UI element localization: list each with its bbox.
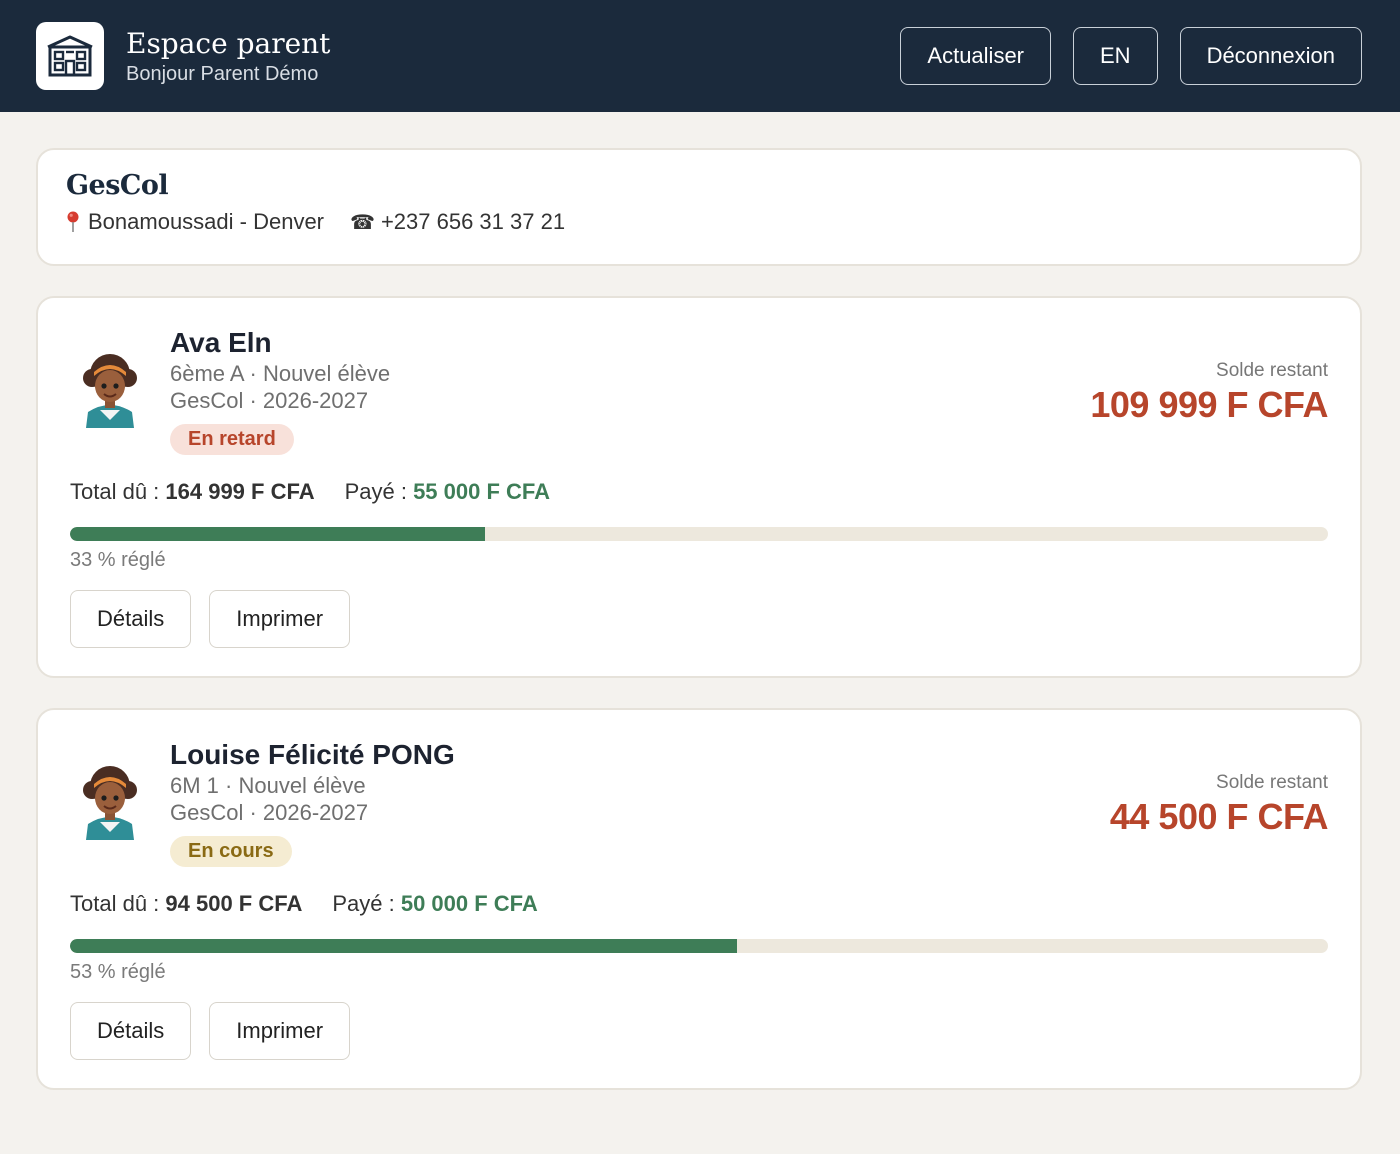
student-card: Ava Eln 6ème A · Nouvel élève GesCol · 2… xyxy=(36,296,1362,678)
school-info: Bonamoussadi - Denver ☎ +237 656 31 37 2… xyxy=(66,209,1332,235)
print-button[interactable]: Imprimer xyxy=(209,1002,351,1060)
paid-label: Payé : xyxy=(344,479,414,504)
details-button[interactable]: Détails xyxy=(70,590,192,648)
payment-progress-bar xyxy=(70,939,1328,953)
student-year: GesCol · 2026-2027 xyxy=(170,800,369,825)
balance-value: 44 500 F CFA xyxy=(1109,796,1329,837)
progress-fill xyxy=(70,527,486,541)
student-year: GesCol · 2026-2027 xyxy=(170,388,369,413)
school-address: Bonamoussadi - Denver xyxy=(88,209,325,234)
progress-fill xyxy=(70,939,737,953)
student-name: Louise Félicité PONG xyxy=(170,739,455,770)
school-phone: ☎ +237 656 31 37 21 xyxy=(350,209,565,235)
map-pin-icon xyxy=(66,211,80,233)
balance-label: Solde restant xyxy=(1216,772,1328,793)
main-content: GesCol Bonamoussadi - Denver ☎ +237 656 … xyxy=(0,112,1400,1090)
phone-number: +237 656 31 37 21 xyxy=(380,209,566,234)
total-due-label: Total dû : xyxy=(70,479,166,504)
student-class: 6ème A · Nouvel élève xyxy=(170,361,391,386)
page-title: Espace parent xyxy=(126,26,331,60)
progress-text: 53 % réglé xyxy=(70,961,166,983)
student-name: Ava Eln xyxy=(170,327,272,358)
top-bar: Espace parent Bonjour Parent Démo Actual… xyxy=(0,0,1400,112)
total-due: Total dû : 94 500 F CFA xyxy=(70,891,302,917)
paid-value: 50 000 F CFA xyxy=(400,891,538,916)
student-avatar xyxy=(83,766,137,840)
paid: Payé : 50 000 F CFA xyxy=(332,891,537,917)
language-button[interactable]: EN xyxy=(1073,27,1158,85)
student-actions: Détails Imprimer xyxy=(70,590,1328,648)
telephone-icon: ☎ xyxy=(350,211,375,234)
status-badge: En retard xyxy=(170,424,294,455)
paid: Payé : 55 000 F CFA xyxy=(345,479,550,505)
progress-text: 33 % réglé xyxy=(70,549,166,571)
greeting: Bonjour Parent Démo xyxy=(126,62,319,85)
header-actions: Actualiser EN Déconnexion xyxy=(900,27,1362,85)
total-due: Total dû : 164 999 F CFA xyxy=(70,479,315,505)
balance-label: Solde restant xyxy=(1216,360,1328,381)
print-button[interactable]: Imprimer xyxy=(209,590,351,648)
balance-value: 109 999 F CFA xyxy=(1090,384,1328,425)
school-card: GesCol Bonamoussadi - Denver ☎ +237 656 … xyxy=(36,148,1362,266)
brand: Espace parent Bonjour Parent Démo xyxy=(126,27,330,86)
paid-value: 55 000 F CFA xyxy=(413,479,551,504)
student-card: Louise Félicité PONG 6M 1 · Nouvel élève… xyxy=(36,708,1362,1090)
student-info: Louise Félicité PONG 6M 1 · Nouvel élève… xyxy=(170,738,455,867)
total-due-label: Total dû : xyxy=(70,891,166,916)
totals: Total dû : 164 999 F CFA Payé : 55 000 F… xyxy=(70,479,1328,505)
student-info: Ava Eln 6ème A · Nouvel élève GesCol · 2… xyxy=(170,326,390,455)
paid-label: Payé : xyxy=(332,891,401,916)
total-due-value: 164 999 F CFA xyxy=(165,479,315,504)
balance: Solde restant 109 999 F CFA xyxy=(1090,360,1328,426)
student-class: 6M 1 · Nouvel élève xyxy=(170,773,366,798)
logout-button[interactable]: Déconnexion xyxy=(1179,27,1362,85)
balance: Solde restant 44 500 F CFA xyxy=(1109,772,1329,838)
payment-progress-bar xyxy=(70,527,1328,541)
student-actions: Détails Imprimer xyxy=(70,1002,1328,1060)
status-badge: En cours xyxy=(170,836,292,867)
totals: Total dû : 94 500 F CFA Payé : 50 000 F … xyxy=(70,891,1328,917)
school-name: GesCol xyxy=(66,170,169,201)
refresh-button[interactable]: Actualiser xyxy=(900,27,1051,85)
total-due-value: 94 500 F CFA xyxy=(165,891,303,916)
details-button[interactable]: Détails xyxy=(70,1002,192,1060)
student-avatar xyxy=(83,354,137,428)
school-building-icon xyxy=(36,22,104,90)
